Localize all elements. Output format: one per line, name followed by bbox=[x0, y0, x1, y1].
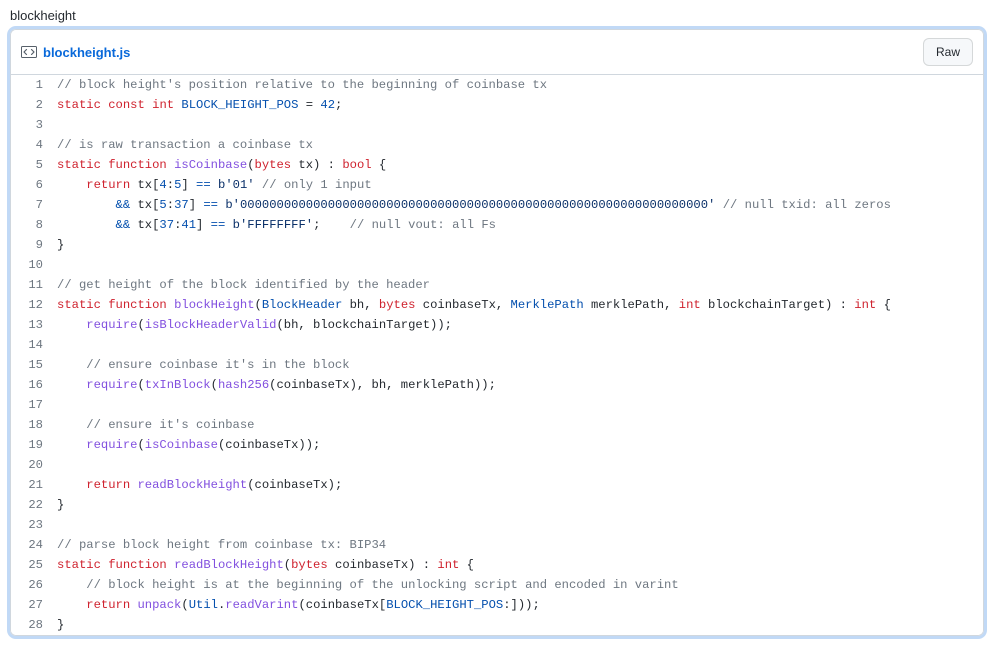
line-number: 20 bbox=[11, 455, 57, 475]
filename-link[interactable]: blockheight.js bbox=[43, 45, 130, 60]
line-number: 21 bbox=[11, 475, 57, 495]
code-line: && tx[37:41] == b'FFFFFFFF'; // null vou… bbox=[57, 215, 983, 235]
code-line: // block height's position relative to t… bbox=[57, 75, 983, 95]
code-file-icon bbox=[21, 44, 37, 60]
line-number: 12 bbox=[11, 295, 57, 315]
code-line bbox=[57, 255, 983, 275]
raw-button[interactable]: Raw bbox=[923, 38, 973, 66]
line-number: 18 bbox=[11, 415, 57, 435]
code-line bbox=[57, 335, 983, 355]
code-body: 1// block height's position relative to … bbox=[11, 75, 983, 635]
code-line bbox=[57, 395, 983, 415]
line-number: 1 bbox=[11, 75, 57, 95]
code-line: static function readBlockHeight(bytes co… bbox=[57, 555, 983, 575]
code-line: // parse block height from coinbase tx: … bbox=[57, 535, 983, 555]
line-number: 7 bbox=[11, 195, 57, 215]
line-number: 15 bbox=[11, 355, 57, 375]
code-line: require(txInBlock(hash256(coinbaseTx), b… bbox=[57, 375, 983, 395]
line-number: 3 bbox=[11, 115, 57, 135]
line-number: 11 bbox=[11, 275, 57, 295]
code-line: } bbox=[57, 615, 983, 635]
line-number: 26 bbox=[11, 575, 57, 595]
code-line: return unpack(Util.readVarint(coinbaseTx… bbox=[57, 595, 983, 615]
code-line: return tx[4:5] == b'01' // only 1 input bbox=[57, 175, 983, 195]
code-line bbox=[57, 515, 983, 535]
code-line: require(isBlockHeaderValid(bh, blockchai… bbox=[57, 315, 983, 335]
code-line: } bbox=[57, 495, 983, 515]
line-number: 8 bbox=[11, 215, 57, 235]
line-number: 5 bbox=[11, 155, 57, 175]
page-title: blockheight bbox=[10, 6, 984, 29]
code-line: // block height is at the beginning of t… bbox=[57, 575, 983, 595]
line-number: 28 bbox=[11, 615, 57, 635]
line-number: 2 bbox=[11, 95, 57, 115]
code-line: // ensure it's coinbase bbox=[57, 415, 983, 435]
line-number: 14 bbox=[11, 335, 57, 355]
line-number: 23 bbox=[11, 515, 57, 535]
line-number: 10 bbox=[11, 255, 57, 275]
gist-container: blockheight.js Raw 1// block height's po… bbox=[10, 29, 984, 636]
code-line: // is raw transaction a coinbase tx bbox=[57, 135, 983, 155]
code-line: && tx[5:37] == b'00000000000000000000000… bbox=[57, 195, 983, 215]
line-number: 4 bbox=[11, 135, 57, 155]
code-line: static function blockHeight(BlockHeader … bbox=[57, 295, 983, 315]
code-line: // get height of the block identified by… bbox=[57, 275, 983, 295]
line-number: 19 bbox=[11, 435, 57, 455]
line-number: 25 bbox=[11, 555, 57, 575]
code-line bbox=[57, 115, 983, 135]
line-number: 6 bbox=[11, 175, 57, 195]
line-number: 16 bbox=[11, 375, 57, 395]
code-line: static const int BLOCK_HEIGHT_POS = 42; bbox=[57, 95, 983, 115]
code-line: require(isCoinbase(coinbaseTx)); bbox=[57, 435, 983, 455]
code-line: // ensure coinbase it's in the block bbox=[57, 355, 983, 375]
gist-header: blockheight.js Raw bbox=[11, 30, 983, 75]
code-line: return readBlockHeight(coinbaseTx); bbox=[57, 475, 983, 495]
line-number: 13 bbox=[11, 315, 57, 335]
code-line: static function isCoinbase(bytes tx) : b… bbox=[57, 155, 983, 175]
line-number: 9 bbox=[11, 235, 57, 255]
line-number: 27 bbox=[11, 595, 57, 615]
line-number: 17 bbox=[11, 395, 57, 415]
line-number: 22 bbox=[11, 495, 57, 515]
line-number: 24 bbox=[11, 535, 57, 555]
code-line bbox=[57, 455, 983, 475]
file-info: blockheight.js bbox=[21, 44, 130, 60]
code-line: } bbox=[57, 235, 983, 255]
